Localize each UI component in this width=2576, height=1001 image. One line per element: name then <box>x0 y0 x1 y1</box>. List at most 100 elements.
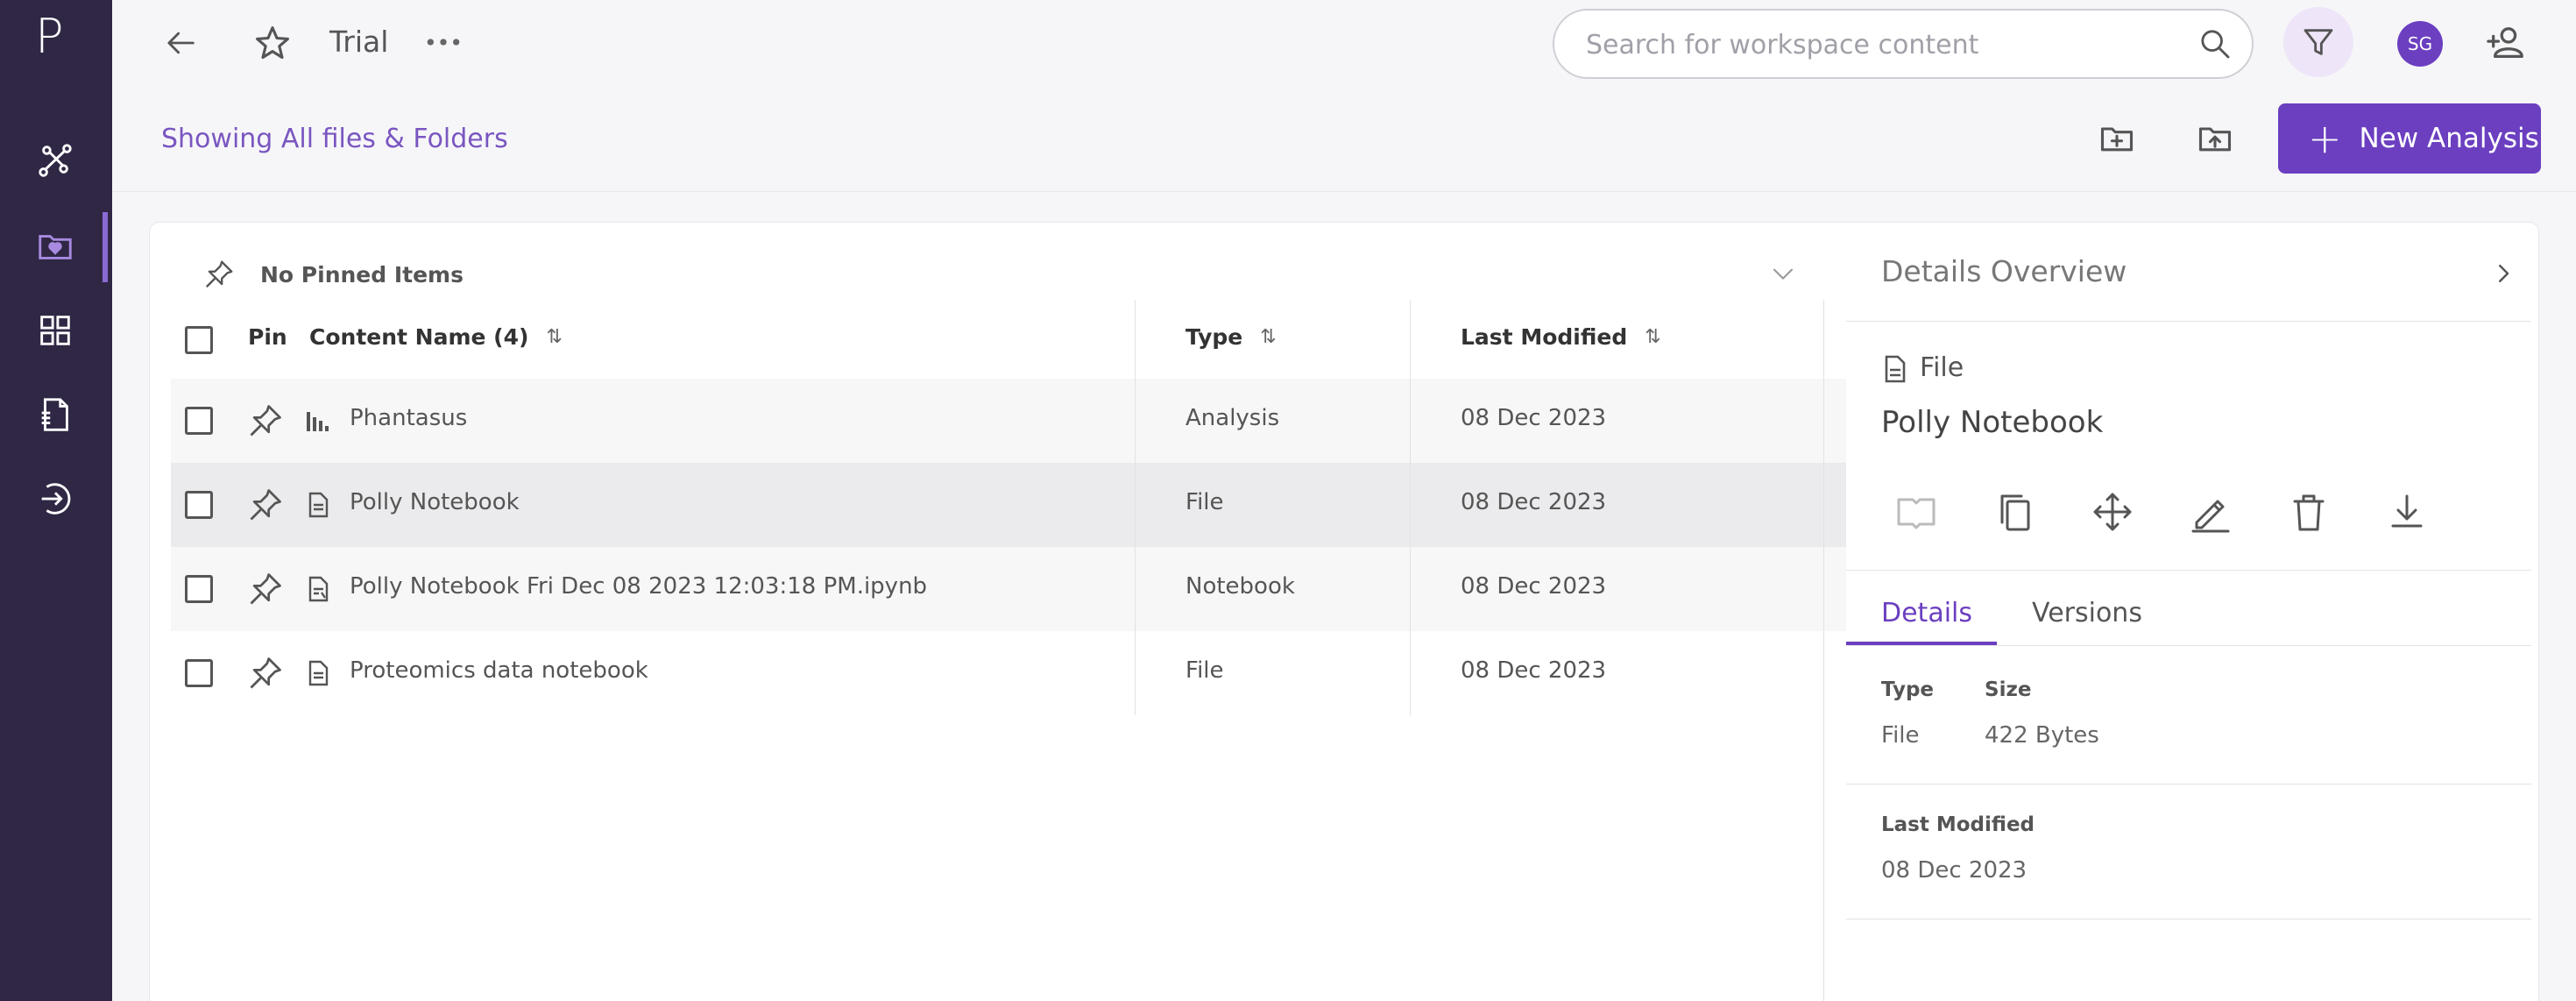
last-modified-label: Last Modified <box>1881 813 2035 836</box>
column-header-type[interactable]: Type ⇅ <box>1185 324 1277 350</box>
exit-arrow-icon <box>41 483 71 515</box>
row-checkbox[interactable] <box>185 491 213 519</box>
search-icon <box>2201 30 2230 59</box>
delete-button[interactable] <box>2284 487 2333 536</box>
sidebar-item-data[interactable] <box>32 391 79 438</box>
add-user-icon <box>2487 27 2523 58</box>
size-label: Size <box>1985 678 2032 701</box>
row-name[interactable]: Phantasus <box>350 405 467 431</box>
sort-icon[interactable]: ⇅ <box>1645 326 1660 348</box>
size-value: 422 Bytes <box>1985 722 2099 749</box>
tab-versions[interactable]: Versions <box>2032 598 2142 628</box>
modified-header-label: Last Modified <box>1461 324 1628 350</box>
pencil-icon <box>2191 500 2230 533</box>
download-button[interactable] <box>2382 487 2431 536</box>
pin-header-label: Pin <box>248 324 287 350</box>
table-row[interactable]: Proteomics data notebook File 08 Dec 202… <box>171 631 1846 715</box>
sort-icon[interactable]: ⇅ <box>1260 326 1276 348</box>
row-type: Analysis <box>1185 405 1280 431</box>
table-row[interactable]: Phantasus Analysis 08 Dec 2023 <box>171 379 1846 463</box>
row-name[interactable]: Proteomics data notebook <box>350 657 648 684</box>
row-modified: 08 Dec 2023 <box>1461 573 1607 600</box>
pin-icon[interactable] <box>246 401 285 440</box>
row-type: Notebook <box>1185 573 1295 600</box>
row-modified: 08 Dec 2023 <box>1461 489 1607 515</box>
pinned-items-label: No Pinned Items <box>260 261 464 288</box>
file-icon <box>308 660 329 686</box>
more-options-button[interactable] <box>422 26 464 58</box>
row-checkbox[interactable] <box>185 407 213 435</box>
pin-icon[interactable] <box>246 570 285 608</box>
folder-upload-icon <box>2198 127 2232 152</box>
favorite-button[interactable] <box>251 21 294 65</box>
sidebar-item-workspaces[interactable] <box>32 223 79 270</box>
back-arrow-icon <box>167 32 195 54</box>
pinned-collapse-button[interactable] <box>1764 254 1802 293</box>
row-name[interactable]: Polly Notebook <box>350 489 520 515</box>
name-header-label: Content Name (4) <box>309 324 529 350</box>
sidebar: P <box>0 0 112 1001</box>
document-data-icon <box>41 398 68 431</box>
pin-icon[interactable] <box>246 654 285 692</box>
column-header-modified[interactable]: Last Modified ⇅ <box>1461 324 1661 350</box>
filter-icon <box>2304 29 2333 55</box>
trash-icon <box>2293 494 2325 531</box>
sidebar-item-pipelines[interactable] <box>32 137 79 184</box>
content-panel: No Pinned Items Pin Content Name (4) ⇅ T… <box>149 222 2539 1001</box>
type-label: Type <box>1881 678 1935 701</box>
row-checkbox[interactable] <box>185 659 213 687</box>
table-row[interactable]: Polly Notebook Fri Dec 08 2023 12:03:18 … <box>171 547 1846 631</box>
book-open-icon <box>1897 498 1936 529</box>
page-title: Trial <box>329 25 389 59</box>
star-icon <box>256 26 289 60</box>
notebook-file-icon <box>308 576 329 602</box>
move-icon <box>2093 493 2132 531</box>
app-logo[interactable]: P <box>35 9 64 64</box>
search-input[interactable] <box>1586 26 2182 63</box>
move-button[interactable] <box>2088 487 2137 536</box>
upload-folder-button[interactable] <box>2192 116 2238 161</box>
column-header-pin: Pin <box>248 324 287 350</box>
column-divider <box>1135 300 1136 715</box>
details-kind: File <box>1920 352 1964 383</box>
details-divider <box>1846 321 2531 322</box>
new-analysis-button[interactable]: + New Analysis <box>2278 103 2541 174</box>
sidebar-item-dashboard[interactable] <box>32 307 79 354</box>
new-folder-button[interactable] <box>2094 116 2140 161</box>
folder-plus-icon <box>2100 127 2134 152</box>
row-type: File <box>1185 489 1224 515</box>
pinned-items-row: No Pinned Items <box>202 249 464 300</box>
column-divider <box>1410 300 1411 715</box>
edit-button[interactable] <box>2186 487 2235 536</box>
search-button[interactable] <box>2194 23 2236 65</box>
download-icon <box>2391 494 2423 528</box>
table-row[interactable]: Polly Notebook File 08 Dec 2023 <box>171 463 1846 547</box>
tab-details[interactable]: Details <box>1881 598 1972 628</box>
filter-button[interactable] <box>2283 7 2353 77</box>
row-type: File <box>1185 657 1224 684</box>
row-checkbox[interactable] <box>185 575 213 603</box>
table-header: Pin Content Name (4) ⇅ Type ⇅ Last Modif… <box>171 298 1846 379</box>
column-header-name[interactable]: Content Name (4) ⇅ <box>309 324 563 350</box>
tabs-divider <box>1846 645 2531 646</box>
pin-icon[interactable] <box>246 486 285 524</box>
user-avatar[interactable]: SG <box>2397 21 2443 67</box>
pipeline-icon <box>39 144 72 177</box>
details-divider <box>1846 570 2531 571</box>
add-user-button[interactable] <box>2481 19 2532 67</box>
row-modified: 08 Dec 2023 <box>1461 405 1607 431</box>
select-all-checkbox[interactable] <box>185 326 213 354</box>
copy-button[interactable] <box>1990 487 2039 536</box>
sort-icon[interactable]: ⇅ <box>546 326 562 348</box>
open-button[interactable] <box>1892 487 1941 536</box>
type-value: File <box>1881 722 1920 749</box>
row-name[interactable]: Polly Notebook Fri Dec 08 2023 12:03:18 … <box>350 573 927 600</box>
copy-icon <box>2000 494 2030 531</box>
details-collapse-button[interactable] <box>2488 258 2519 289</box>
details-item-name: Polly Notebook <box>1881 405 2104 440</box>
details-divider <box>1823 300 1824 1001</box>
back-button[interactable] <box>159 21 203 65</box>
last-modified-value: 08 Dec 2023 <box>1881 857 2028 884</box>
sidebar-item-logout[interactable] <box>32 475 79 522</box>
search-box <box>1553 9 2254 79</box>
